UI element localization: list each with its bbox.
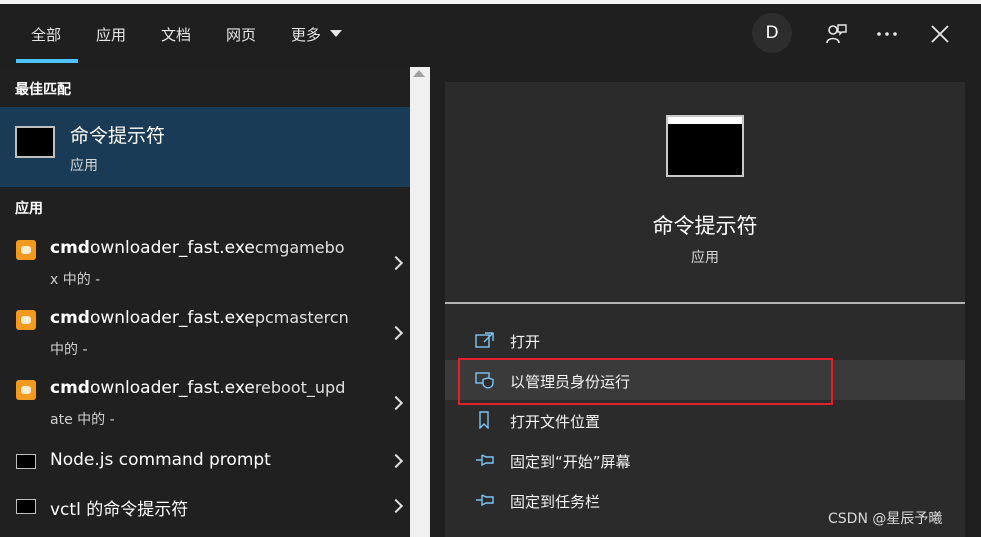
tab-apps[interactable]: 应用 [96,24,126,45]
terminal-icon [16,454,36,469]
chevron-right-icon[interactable] [388,255,404,271]
divider [445,302,965,304]
list-item[interactable]: Node.js command prompt [0,440,410,485]
list-item-title: vctl 的命令提示符 [50,500,189,520]
list-item[interactable]: cmdownloader_fast.exepcmastercn 中的 - [0,300,410,370]
pin-icon [475,451,495,469]
active-tab-indicator [16,59,78,63]
action-pin-to-start[interactable]: 固定到“开始”屏幕 [445,440,965,480]
more-options-icon[interactable] [873,20,901,48]
chevron-right-icon[interactable] [388,395,404,411]
pin-icon [475,491,495,509]
list-item-title: cmdownloader_fast.exereboot_upd [50,378,346,398]
open-icon [475,331,495,349]
action-label: 打开文件位置 [510,413,601,431]
action-open-file-location[interactable]: 打开文件位置 [445,400,965,440]
list-item-title: cmdownloader_fast.exepcmastercn [50,308,349,328]
command-prompt-icon [15,126,55,158]
panel-gap [430,67,445,537]
chevron-right-icon[interactable] [388,453,404,469]
top-strip [0,0,981,4]
action-label: 固定到任务栏 [510,493,601,511]
best-match-subtitle: 应用 [70,158,98,174]
apps-header: 应用 [15,201,43,217]
tab-web[interactable]: 网页 [226,24,256,45]
scrollbar[interactable] [410,67,430,537]
results-panel: 最佳匹配 命令提示符 应用 应用 cmdownloader_fast.execm… [0,67,410,537]
file-location-icon [475,411,495,430]
tab-docs[interactable]: 文档 [161,24,191,45]
detail-title: 命令提示符 [652,214,758,238]
list-item[interactable]: vctl 的命令提示符 [0,485,410,530]
best-match-header: 最佳匹配 [15,82,71,98]
tab-more-label: 更多 [291,26,322,44]
terminal-icon [16,499,36,514]
scroll-up-icon[interactable] [413,70,425,77]
caret-down-icon [329,30,342,37]
command-prompt-large-icon [666,115,744,177]
close-icon[interactable] [926,20,954,48]
watermark: CSDN @星辰予曦 [828,511,943,527]
app-icon [16,310,36,330]
tab-all[interactable]: 全部 [31,24,61,45]
list-item[interactable]: cmdownloader_fast.execmgamebo x 中的 - [0,230,410,300]
list-item-title: Node.js command prompt [50,450,271,470]
action-label: 打开 [510,333,541,351]
action-label: 固定到“开始”屏幕 [510,453,631,471]
list-item-title: cmdownloader_fast.execmgamebo [50,238,345,258]
list-item-subtitle: ate 中的 - [50,412,115,428]
tab-more[interactable]: 更多 [291,24,342,45]
app-icon [16,240,36,260]
app-icon [16,380,36,400]
chevron-right-icon[interactable] [388,498,404,514]
best-match-item[interactable]: 命令提示符 应用 [0,107,410,187]
detail-subtitle: 应用 [691,250,719,266]
list-item-subtitle: x 中的 - [50,272,101,288]
top-bar: 全部 应用 文档 网页 更多 D [0,0,981,67]
feedback-icon[interactable] [822,20,850,48]
detail-panel: 命令提示符 应用 打开 以管理员身份运行 打开文件位置 固定到“开始”屏幕 固定… [445,82,965,537]
action-open[interactable]: 打开 [445,320,965,360]
list-item[interactable]: cmdownloader_fast.exereboot_upd ate 中的 - [0,370,410,440]
avatar[interactable]: D [752,13,792,53]
chevron-right-icon[interactable] [388,325,404,341]
best-match-title: 命令提示符 [70,125,166,147]
highlight-box [458,358,833,405]
list-item-subtitle: 中的 - [50,342,88,358]
